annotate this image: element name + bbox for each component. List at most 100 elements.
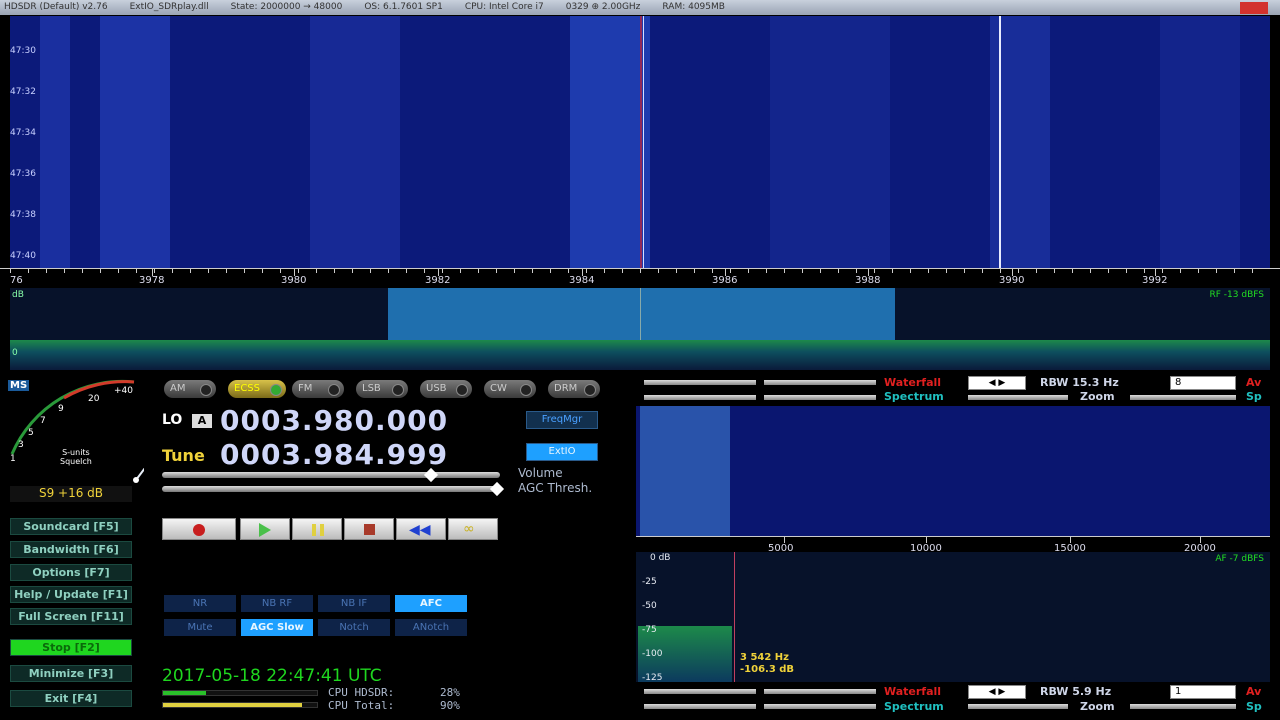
rf-waterfall-slider-1[interactable] — [644, 380, 756, 385]
pause-button[interactable] — [292, 518, 342, 540]
af-db-label: -25 — [642, 577, 657, 587]
axis-minor-tick — [712, 269, 713, 273]
pause-icon — [312, 524, 324, 536]
axis-minor-tick — [1072, 269, 1073, 273]
close-button[interactable] — [1240, 2, 1268, 14]
mode-fm-button[interactable]: FM — [292, 380, 344, 398]
af-waterfall[interactable] — [636, 406, 1270, 536]
axis-left-label: 76 — [10, 275, 23, 286]
axis-minor-tick — [208, 269, 209, 273]
axis-minor-tick — [100, 269, 101, 273]
rf-waterfall-spinner[interactable]: ◀ ▶ — [968, 376, 1026, 390]
axis-minor-tick — [1036, 269, 1037, 273]
axis-minor-tick — [28, 269, 29, 273]
af-waterfall-slider-2[interactable] — [764, 689, 876, 694]
mode-ecss-button[interactable]: ECSS — [228, 380, 286, 398]
cpu-total-label: CPU Total: — [328, 699, 395, 712]
loop-button[interactable]: ∞ — [448, 518, 498, 540]
volume-slider[interactable] — [162, 472, 500, 478]
tune-frequency-display[interactable]: 0003.984.999 — [220, 438, 448, 471]
axis-minor-tick — [370, 269, 371, 273]
af-waterfall-spinner[interactable]: ◀ ▶ — [968, 685, 1026, 699]
notch-button[interactable]: Notch — [318, 619, 390, 636]
scale-40: +40 — [114, 386, 133, 396]
mode-usb-button[interactable]: USB — [420, 380, 472, 398]
title-segment: State: 2000000 → 48000 — [230, 2, 343, 12]
cpu-hdsdr-label: CPU HDSDR: — [328, 686, 395, 699]
rf-speed-slider[interactable] — [968, 395, 1068, 400]
agc-threshold-slider[interactable] — [162, 486, 500, 492]
rf-average-combo[interactable]: 8 — [1170, 376, 1236, 390]
play-button[interactable] — [240, 518, 290, 540]
title-segment: ExtIO_SDRplay.dll — [129, 2, 209, 12]
freqmgr-button[interactable]: FreqMgr — [526, 411, 598, 429]
agc-threshold-knob[interactable] — [489, 481, 505, 497]
lo-label: LO — [162, 412, 183, 428]
rf-spectrum[interactable]: dB 0 RF -13 dBFS — [10, 288, 1270, 370]
rf-spectrum-slider-1[interactable] — [644, 395, 756, 400]
help-button[interactable]: Help / Update [F1] — [10, 586, 132, 603]
af-zoom-label: Zoom — [1080, 700, 1115, 713]
record-button[interactable] — [162, 518, 236, 540]
bandwidth-button[interactable]: Bandwidth [F6] — [10, 541, 132, 558]
lo-frequency-display[interactable]: 0003.980.000 — [220, 404, 448, 437]
af-rbw-label: RBW 5.9 Hz — [1040, 685, 1112, 698]
carrier-line — [999, 16, 1001, 268]
stop-button[interactable]: Stop [F2] — [10, 639, 132, 656]
axis-minor-tick — [442, 269, 443, 273]
axis-freq-label: 3980 — [281, 275, 307, 286]
af-spectrum-slider-2[interactable] — [764, 704, 876, 709]
waterfall-noise-band — [570, 16, 650, 268]
rf-waterfall[interactable] — [10, 16, 1270, 268]
rf-frequency-axis[interactable]: 76 3978 3980 3982 3984 3986 3988 3990 3992 — [0, 268, 1280, 288]
af-passband-trace — [640, 406, 730, 536]
lo-a-badge[interactable]: A — [192, 414, 212, 428]
fullscreen-button[interactable]: Full Screen [F11] — [10, 608, 132, 625]
af-waterfall-slider-1[interactable] — [644, 689, 756, 694]
af-av-label: Av — [1246, 685, 1262, 698]
options-button[interactable]: Options [F7] — [10, 564, 132, 581]
mode-cw-button[interactable]: CW — [484, 380, 536, 398]
nb-if-button[interactable]: NB IF — [318, 595, 390, 612]
anotch-button[interactable]: ANotch — [395, 619, 467, 636]
af-average-combo[interactable]: 1 — [1170, 685, 1236, 699]
axis-minor-tick — [514, 269, 515, 273]
exit-button[interactable]: Exit [F4] — [10, 690, 132, 707]
af-spectrum[interactable]: AF -7 dBFS 3 542 Hz -106.3 dB 0 dB -25 -50… — [636, 552, 1270, 682]
mode-drm-button[interactable]: DRM — [548, 380, 600, 398]
axis-minor-tick — [460, 269, 461, 273]
mode-lsb-button[interactable]: LSB — [356, 380, 408, 398]
rf-av-label: Av — [1246, 376, 1262, 389]
filter-passband[interactable] — [388, 288, 895, 348]
afc-button[interactable]: AFC — [395, 595, 467, 612]
rf-spectrum-slider-2[interactable] — [764, 395, 876, 400]
af-db-label: -100 — [642, 649, 663, 659]
minimize-button[interactable]: Minimize [F3] — [10, 665, 132, 682]
agc-threshold-label: AGC Thresh. — [518, 481, 593, 495]
rewind-button[interactable]: ◀◀ — [396, 518, 446, 540]
soundcard-button[interactable]: Soundcard [F5] — [10, 518, 132, 535]
extio-button[interactable]: ExtIO — [526, 443, 598, 461]
af-spectrum-slider-1[interactable] — [644, 704, 756, 709]
waterfall-noise-band — [100, 16, 170, 268]
axis-minor-tick — [118, 269, 119, 273]
agc-slow-button[interactable]: AGC Slow — [241, 619, 313, 636]
title-segment: 0329 ⊕ 2.00GHz — [565, 2, 641, 12]
record-icon — [193, 524, 205, 536]
af-zoom-slider[interactable] — [1130, 704, 1236, 709]
axis-minor-tick — [982, 269, 983, 273]
axis-minor-tick — [1144, 269, 1145, 273]
nr-button[interactable]: NR — [164, 595, 236, 612]
nb-rf-button[interactable]: NB RF — [241, 595, 313, 612]
af-db-label: 0 dB — [650, 553, 671, 563]
axis-freq-label: 3990 — [999, 275, 1025, 286]
title-segment: CPU: Intel Core i7 — [464, 2, 544, 12]
rf-zoom-slider[interactable] — [1130, 395, 1236, 400]
rf-waterfall-slider-2[interactable] — [764, 380, 876, 385]
af-speed-slider[interactable] — [968, 704, 1068, 709]
mute-button[interactable]: Mute — [164, 619, 236, 636]
axis-minor-tick — [226, 269, 227, 273]
db-zero-label: 0 — [12, 348, 18, 358]
mode-am-button[interactable]: AM — [164, 380, 216, 398]
stop-playback-button[interactable] — [344, 518, 394, 540]
